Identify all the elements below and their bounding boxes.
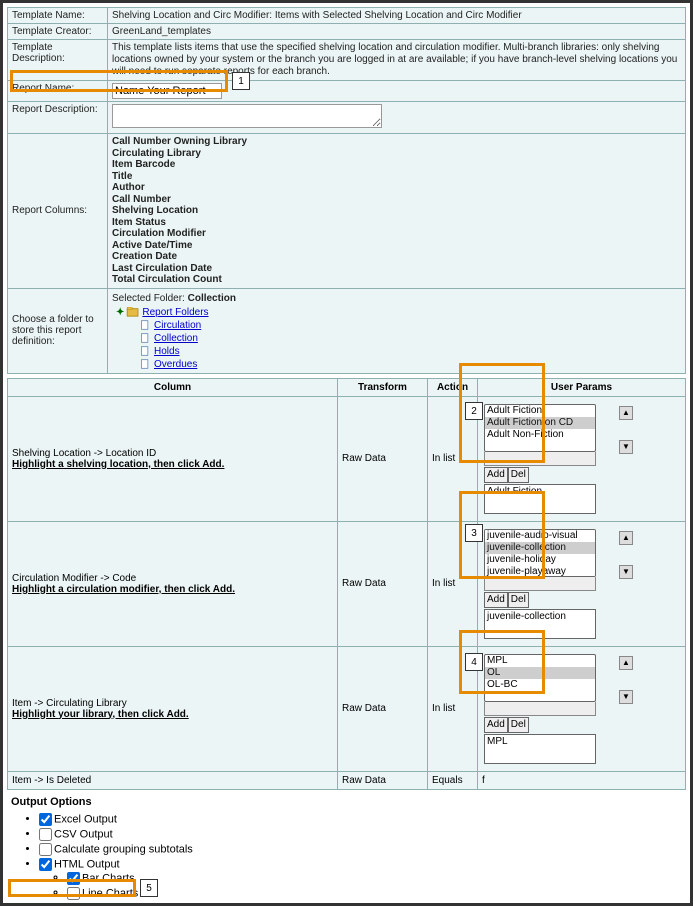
th-transform: Transform: [338, 378, 428, 396]
filter-column-cell: Circulation Modifier -> CodeHighlight a …: [8, 521, 338, 646]
filter-params-cell: f: [478, 771, 686, 789]
template-name-value: Shelving Location and Circ Modifier: Ite…: [108, 8, 686, 24]
report-column-item: Creation Date: [112, 251, 681, 263]
scroll-down-icon[interactable]: ▼: [619, 440, 633, 454]
filter-hint-link[interactable]: Highlight a shelving location, then clic…: [12, 459, 224, 470]
selected-folder-prefix: Selected Folder:: [112, 293, 188, 304]
folder-open-icon: [126, 307, 140, 317]
selected-folder-value: Collection: [188, 293, 236, 304]
badge-5: 5: [140, 879, 158, 897]
filter-action-cell: Equals: [428, 771, 478, 789]
report-description-textarea[interactable]: [112, 104, 382, 128]
filter-transform-cell: Raw Data: [338, 521, 428, 646]
report-header-table: Template Name: Shelving Location and Cir…: [7, 7, 686, 374]
scroll-down-icon[interactable]: ▼: [619, 565, 633, 579]
csv-output-checkbox[interactable]: [39, 828, 52, 841]
report-column-item: Total Circulation Count: [112, 274, 681, 286]
param-add-button[interactable]: Add: [484, 717, 508, 733]
choose-folder-label: Choose a folder to store this report def…: [8, 288, 108, 373]
report-column-item: Author: [112, 182, 681, 194]
excel-output-label: Excel Output: [54, 813, 117, 825]
scroll-up-icon[interactable]: ▲: [619, 531, 633, 545]
param-add-button[interactable]: Add: [484, 467, 508, 483]
filter-path: Shelving Location -> Location ID: [12, 448, 333, 459]
th-column: Column: [8, 378, 338, 396]
filter-transform-cell: Raw Data: [338, 771, 428, 789]
filter-transform-cell: Raw Data: [338, 646, 428, 771]
folder-tree-item[interactable]: Overdues: [112, 358, 681, 371]
tree-expand-icon[interactable]: ✦: [116, 307, 124, 318]
csv-output-label: CSV Output: [54, 828, 113, 840]
param-del-button[interactable]: Del: [508, 717, 529, 733]
document-icon: [138, 333, 152, 343]
excel-output-checkbox[interactable]: [39, 813, 52, 826]
folder-link[interactable]: Holds: [154, 346, 180, 357]
filter-column-cell: Item -> Is Deleted: [8, 771, 338, 789]
filter-hint-link[interactable]: Highlight your library, then click Add.: [12, 709, 189, 720]
html-output-checkbox[interactable]: [39, 858, 52, 871]
folder-link[interactable]: Collection: [154, 333, 198, 344]
filter-column-cell: Shelving Location -> Location IDHighligh…: [8, 396, 338, 521]
html-output-label: HTML Output: [54, 858, 120, 870]
report-column-item: Call Number Owning Library: [112, 136, 681, 148]
report-columns-list: Call Number Owning LibraryCirculating Li…: [112, 136, 681, 286]
badge-1: 1: [232, 72, 250, 90]
subtotals-label: Calculate grouping subtotals: [54, 843, 193, 855]
folder-tree-item[interactable]: Circulation: [112, 319, 681, 332]
folder-tree-item[interactable]: Holds: [112, 345, 681, 358]
template-name-label: Template Name:: [8, 8, 108, 24]
badge-4: 4: [465, 653, 483, 671]
filter-transform-cell: Raw Data: [338, 396, 428, 521]
report-column-item: Title: [112, 171, 681, 183]
highlight-report-name: [10, 70, 228, 92]
folder-link[interactable]: Circulation: [154, 320, 201, 331]
template-creator-value: GreenLand_templates: [108, 24, 686, 40]
filters-table: Column Transform Action User Params Shel…: [7, 378, 686, 790]
report-description-label: Report Description:: [8, 102, 108, 134]
filter-path: Item -> Circulating Library: [12, 698, 333, 709]
badge-3: 3: [465, 524, 483, 542]
param-add-button[interactable]: Add: [484, 592, 508, 608]
document-icon: [138, 320, 152, 330]
report-column-item: Circulating Library: [112, 148, 681, 160]
scroll-up-icon[interactable]: ▲: [619, 406, 633, 420]
filter-column-cell: Item -> Circulating LibraryHighlight you…: [8, 646, 338, 771]
subtotals-checkbox[interactable]: [39, 843, 52, 856]
scroll-up-icon[interactable]: ▲: [619, 656, 633, 670]
report-column-item: Circulation Modifier: [112, 228, 681, 240]
highlight-run-asap: [8, 879, 136, 897]
root-folder-link[interactable]: Report Folders: [142, 307, 208, 318]
report-columns-label: Report Columns:: [8, 134, 108, 289]
param-del-button[interactable]: Del: [508, 467, 529, 483]
report-column-item: Active Date/Time: [112, 240, 681, 252]
document-icon: [138, 359, 152, 369]
document-icon: [138, 346, 152, 356]
template-creator-label: Template Creator:: [8, 24, 108, 40]
output-options-heading: Output Options: [11, 796, 92, 808]
scroll-down-icon[interactable]: ▼: [619, 690, 633, 704]
filter-path: Circulation Modifier -> Code: [12, 573, 333, 584]
badge-2: 2: [465, 402, 483, 420]
param-del-button[interactable]: Del: [508, 592, 529, 608]
report-column-item: Item Barcode: [112, 159, 681, 171]
report-column-item: Last Circulation Date: [112, 263, 681, 275]
folder-tree-item[interactable]: Collection: [112, 332, 681, 345]
param-selected-box[interactable]: MPL: [484, 734, 596, 764]
report-column-item: Shelving Location: [112, 205, 681, 217]
report-column-item: Call Number: [112, 194, 681, 206]
filter-hint-link[interactable]: Highlight a circulation modifier, then c…: [12, 584, 235, 595]
report-column-item: Item Status: [112, 217, 681, 229]
folder-link[interactable]: Overdues: [154, 359, 197, 370]
param-hscroll[interactable]: [484, 702, 596, 716]
